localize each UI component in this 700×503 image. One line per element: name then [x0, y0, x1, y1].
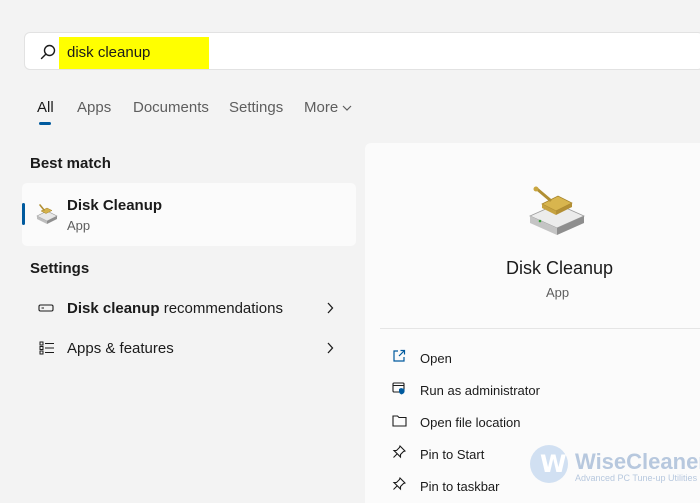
- pin-icon: [392, 445, 406, 459]
- settings-item-label: Disk cleanup recommendations: [67, 300, 283, 317]
- search-box[interactable]: disk cleanup: [24, 32, 700, 70]
- chevron-down-icon: [342, 105, 352, 111]
- chevron-right-icon: [327, 342, 334, 354]
- tab-more[interactable]: More: [304, 99, 352, 116]
- search-input[interactable]: disk cleanup: [67, 44, 150, 61]
- action-label: Run as administrator: [420, 383, 540, 398]
- storage-icon: [38, 304, 54, 312]
- action-label: Pin to Start: [420, 447, 485, 462]
- tab-apps[interactable]: Apps: [77, 99, 111, 116]
- settings-item-bold: Disk cleanup: [67, 300, 160, 317]
- watermark-brand: WiseCleaner: [575, 449, 700, 474]
- watermark-letter: W: [540, 450, 567, 478]
- tab-settings[interactable]: Settings: [229, 99, 283, 116]
- tab-active-indicator: [39, 122, 51, 125]
- best-match-subtitle: App: [67, 218, 91, 233]
- apps-list-icon: [39, 341, 54, 355]
- search-icon: [40, 44, 56, 60]
- shield-icon: [392, 382, 405, 395]
- settings-item-label: Apps & features: [67, 340, 174, 357]
- best-match-card[interactable]: [22, 183, 356, 246]
- settings-item-rest: recommendations: [159, 300, 283, 317]
- settings-heading: Settings: [30, 260, 90, 277]
- action-label: Open: [420, 351, 452, 366]
- disk-cleanup-large-icon: [529, 186, 585, 235]
- best-match-heading: Best match: [30, 155, 111, 172]
- pin-icon: [392, 477, 406, 491]
- tab-documents[interactable]: Documents: [133, 99, 209, 116]
- folder-icon: [392, 415, 407, 427]
- disk-cleanup-app-icon: [36, 204, 58, 224]
- best-match-title: Disk Cleanup: [67, 197, 163, 214]
- action-run-as-administrator[interactable]: Run as administrator: [388, 378, 688, 402]
- detail-subtitle: App: [546, 285, 570, 300]
- settings-item-disk-cleanup-recommendations[interactable]: Disk cleanup recommendations: [22, 290, 356, 326]
- action-label: Pin to taskbar: [420, 479, 500, 494]
- detail-title: Disk Cleanup: [506, 258, 614, 278]
- action-open-file-location[interactable]: Open file location: [388, 410, 688, 434]
- watermark-tagline: Advanced PC Tune-up Utilities: [575, 473, 698, 483]
- action-open[interactable]: Open: [388, 346, 688, 370]
- chevron-right-icon: [327, 302, 334, 314]
- settings-item-apps-features[interactable]: Apps & features: [22, 330, 356, 366]
- tab-more-label: More: [304, 99, 339, 116]
- tab-all[interactable]: All: [37, 99, 54, 116]
- open-icon: [393, 349, 406, 362]
- detail-divider: [380, 328, 700, 329]
- action-label: Open file location: [420, 415, 521, 430]
- selection-indicator: [22, 203, 25, 225]
